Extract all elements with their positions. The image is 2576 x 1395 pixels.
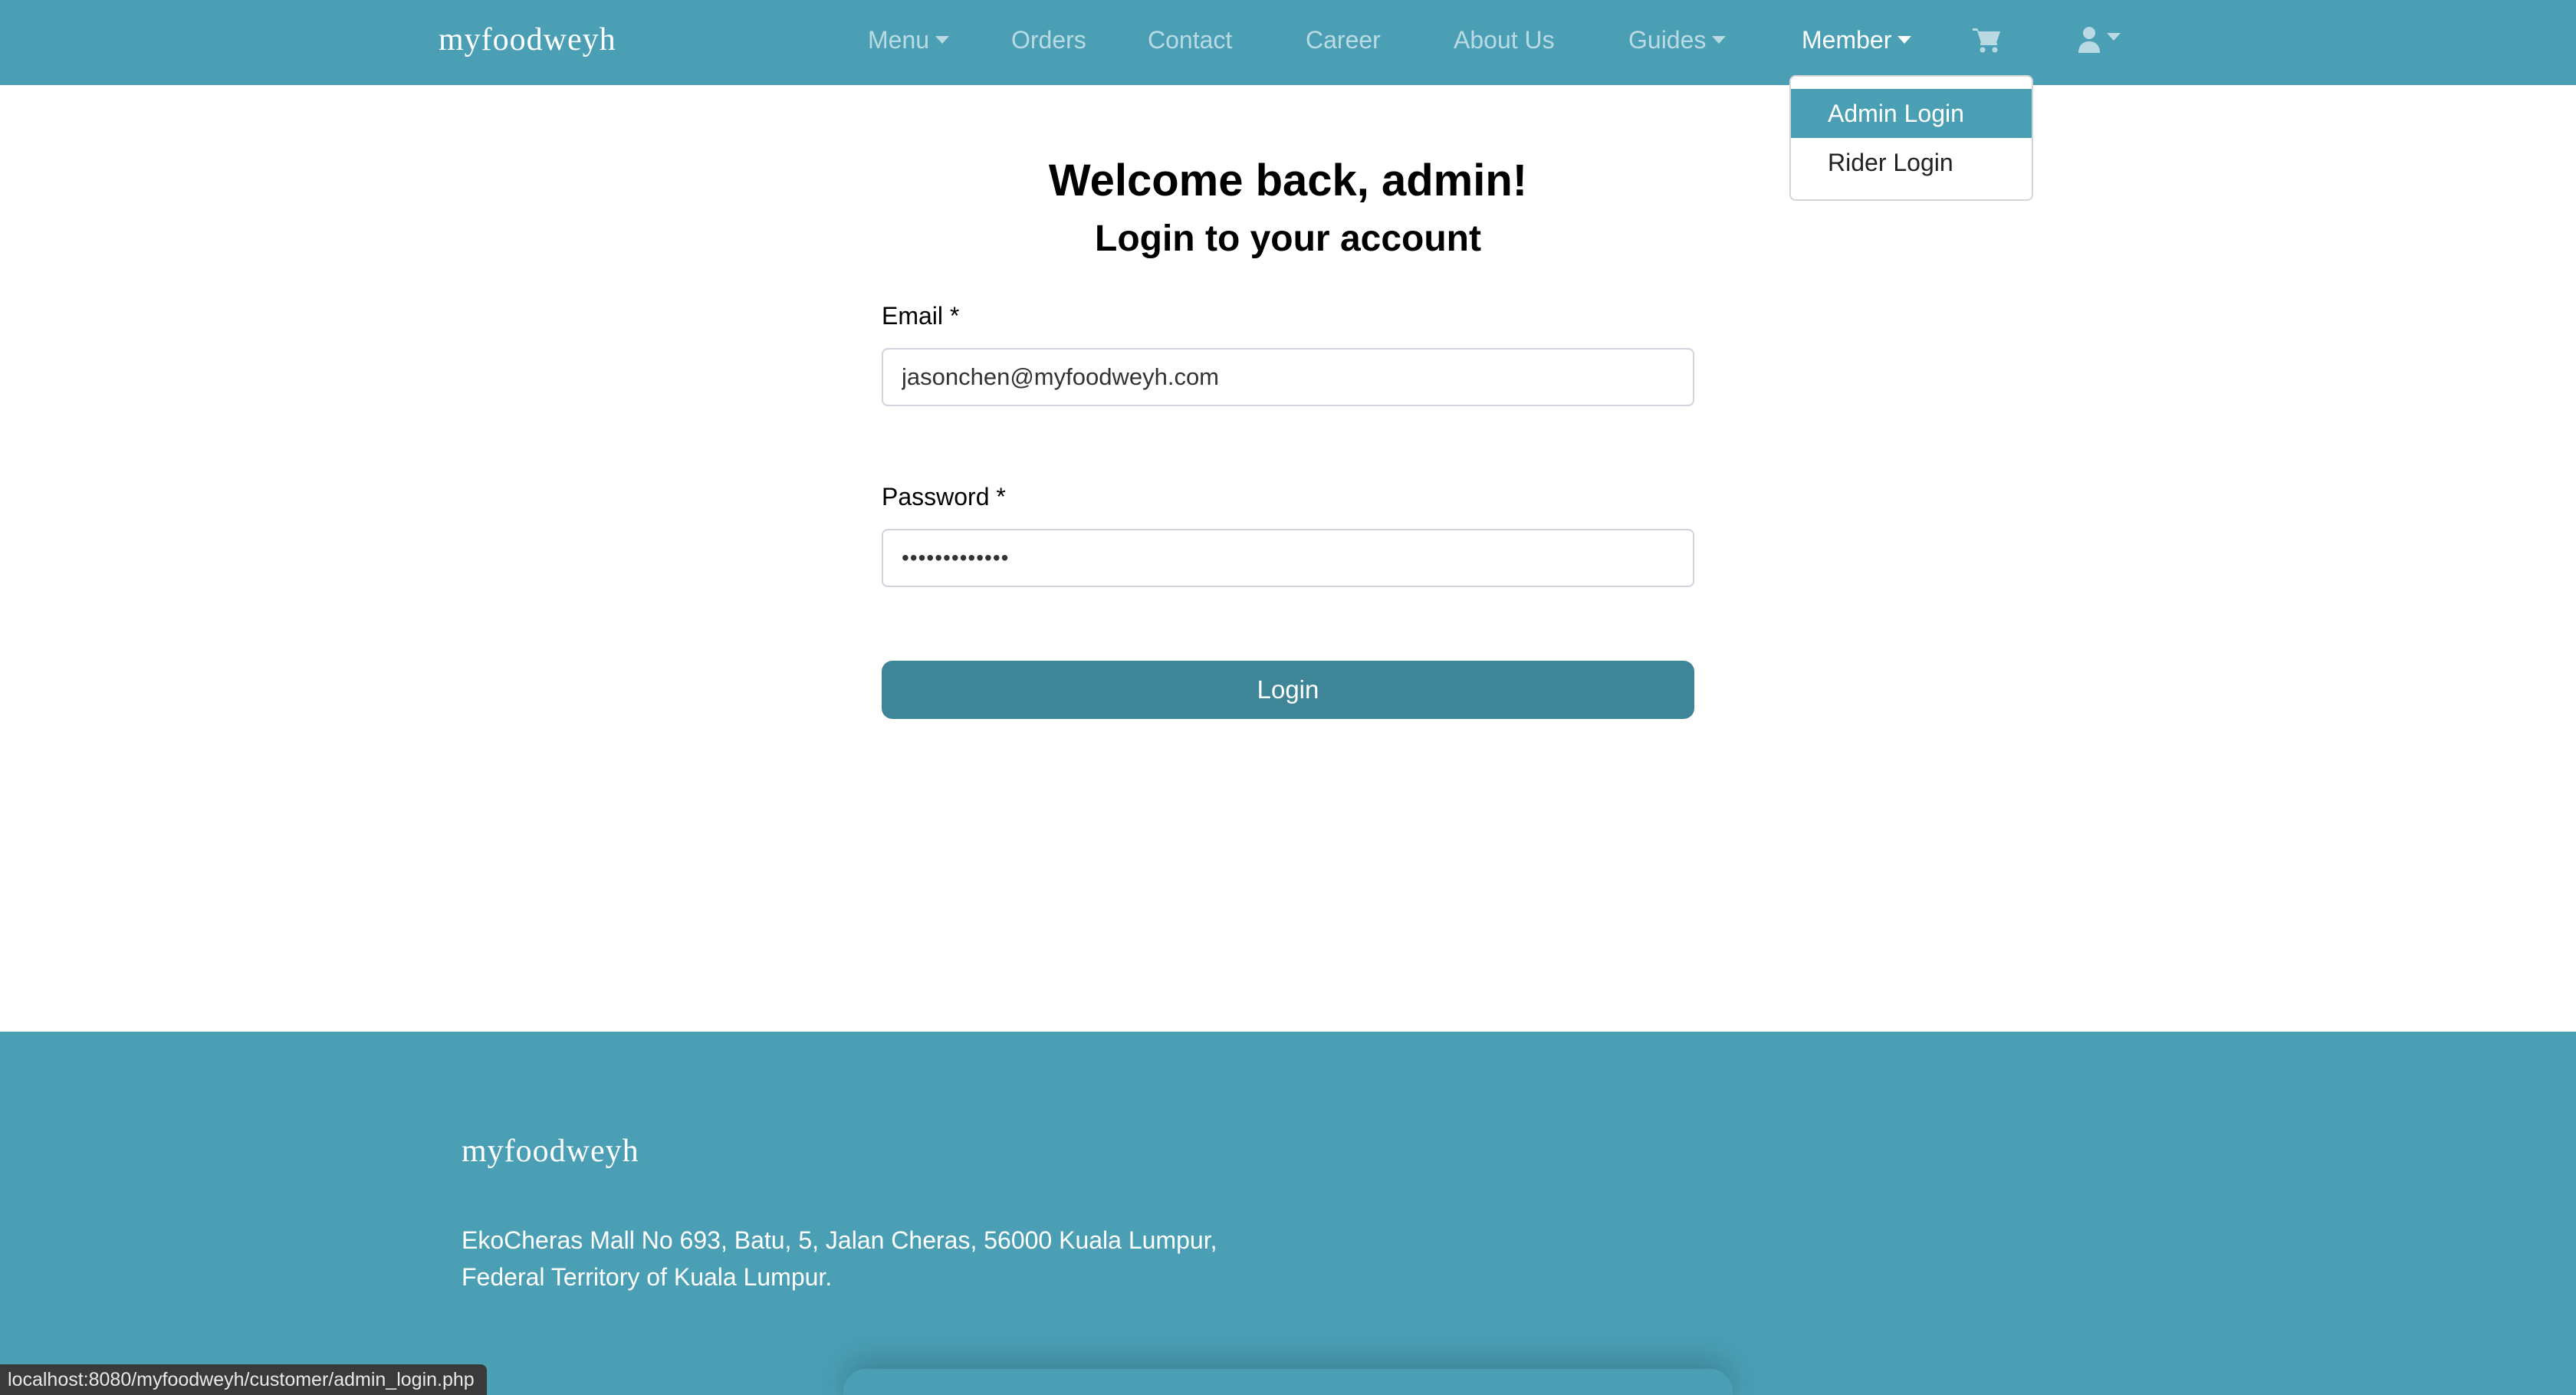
password-label: Password * — [882, 483, 1006, 510]
footer-brand: myfoodweyh — [462, 1134, 639, 1169]
brand-logo[interactable]: myfoodweyh — [439, 17, 616, 63]
top-navbar: myfoodweyh Menu Orders Contact Career Ab… — [0, 0, 2576, 85]
footer-card-shadow — [843, 1369, 1733, 1395]
user-icon — [2078, 26, 2101, 57]
nav-menu-label: Menu — [868, 26, 930, 54]
user-menu-dropdown[interactable] — [2078, 26, 2121, 57]
address-line-1: EkoCheras Mall No 693, Batu, 5, Jalan Ch… — [462, 1226, 1217, 1254]
nav-member-label: Member — [1802, 26, 1892, 54]
nav-contact-link[interactable]: Contact — [1148, 23, 1232, 57]
address-line-2: Federal Territory of Kuala Lumpur. — [462, 1263, 833, 1291]
caret-down-icon — [1712, 35, 1727, 44]
nav-menu-dropdown[interactable]: Menu — [868, 23, 950, 57]
cart-icon[interactable] — [1972, 26, 2003, 57]
footer: myfoodweyh EkoCheras Mall No 693, Batu, … — [0, 1032, 2576, 1395]
email-label: Email * — [882, 302, 960, 330]
caret-down-icon — [1898, 35, 1912, 44]
login-button[interactable]: Login — [882, 661, 1694, 719]
browser-status-bar-url: localhost:8080/myfoodweyh/customer/admin… — [0, 1364, 487, 1395]
nav-guides-label: Guides — [1628, 26, 1707, 54]
caret-down-icon — [2107, 32, 2121, 41]
page-subtitle: Login to your account — [1095, 218, 1481, 259]
caret-down-icon — [935, 35, 950, 44]
footer-address: EkoCheras Mall No 693, Batu, 5, Jalan Ch… — [462, 1222, 1217, 1295]
nav-member-dropdown[interactable]: Member — [1802, 23, 1912, 57]
password-field[interactable] — [882, 529, 1694, 587]
nav-orders-link[interactable]: Orders — [1011, 23, 1086, 57]
page-title: Welcome back, admin! — [1048, 156, 1528, 205]
nav-guides-dropdown[interactable]: Guides — [1628, 23, 1727, 57]
admin-login-item[interactable]: Admin Login — [1791, 89, 2032, 138]
email-field[interactable] — [882, 348, 1694, 406]
nav-career-link[interactable]: Career — [1306, 23, 1381, 57]
nav-about-link[interactable]: About Us — [1454, 23, 1555, 57]
